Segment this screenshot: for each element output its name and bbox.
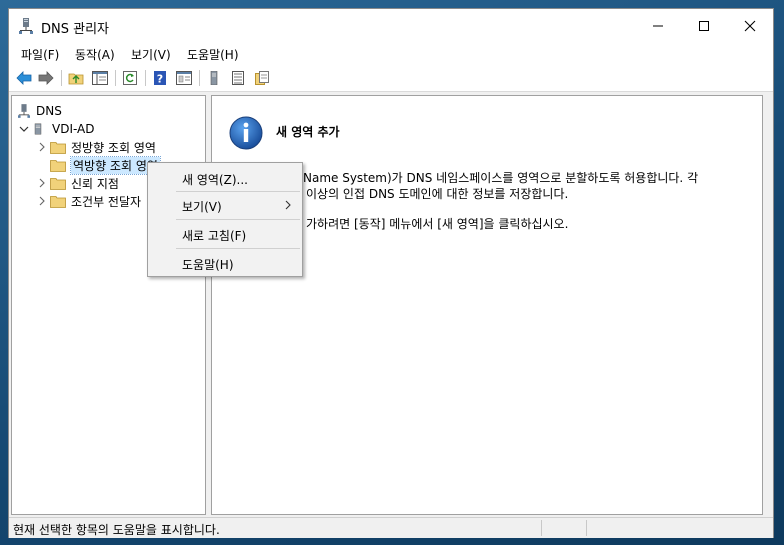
chevron-right-icon[interactable] [36,141,48,153]
help-icon: ? [154,71,166,86]
back-button[interactable] [15,69,33,87]
tree-label: DNS [36,104,62,118]
export-icon [255,71,269,85]
tree-node-server[interactable]: VDI-AD [18,120,95,138]
folder-icon [50,196,66,208]
maximize-button[interactable] [681,9,727,43]
minimize-icon [653,25,663,27]
toolbar: ? [9,65,773,92]
up-folder-icon [68,73,84,85]
tree-node-reverse-lookup[interactable]: 역방향 조회 영역 [36,155,161,175]
properties-button[interactable] [175,69,193,87]
tree-node-conditional-forwarders[interactable]: 조건부 전달자 [36,192,141,210]
server-icon [34,123,42,135]
tree-node-trust-points[interactable]: 신뢰 지점 [36,174,119,192]
tree-label: 조건부 전달자 [71,194,142,209]
export-button[interactable] [253,69,271,87]
folder-icon [50,142,66,154]
help-button[interactable]: ? [151,69,169,87]
context-item-view[interactable]: 보기(V) [148,193,302,217]
close-icon [744,20,756,32]
status-text: 현재 선택한 항목의 도움말을 표시합니다. [13,523,220,537]
menu-file[interactable]: 파일(F) [21,46,59,63]
menu-help[interactable]: 도움말(H) [187,46,239,63]
folder-icon [50,160,66,172]
toolbar-separator [199,70,200,86]
context-item-help[interactable]: 도움말(H) [148,251,302,275]
server-icon [210,71,218,85]
show-tree-button[interactable] [91,69,109,87]
close-button[interactable] [727,9,773,43]
show-tree-icon [92,71,108,85]
list-icon [232,71,244,85]
submenu-arrow-icon [284,199,292,213]
dns-app-icon [18,104,30,118]
svg-text:?: ? [157,73,163,86]
menu-bar: 파일(F) 동작(A) 보기(V) 도움말(H) [9,43,773,65]
tree-node-dns[interactable]: DNS [18,102,62,120]
window-title: DNS 관리자 [41,22,109,37]
status-bar: 현재 선택한 항목의 도움말을 표시합니다. [9,517,773,538]
toolbar-separator [115,70,116,86]
context-item-label: 새로 고침(F) [182,229,247,243]
context-menu: 새 영역(Z)... 보기(V) 새로 고침(F) 도움말(H) [147,162,303,277]
forward-button[interactable] [37,69,55,87]
chevron-right-icon[interactable] [36,177,48,189]
menu-action[interactable]: 동작(A) [75,46,115,63]
context-separator [176,248,300,249]
toolbar-separator [61,70,62,86]
detail-description-line: Name System)가 DNS 네임스페이스를 영역으로 분할하도록 허용합… [303,171,699,185]
context-separator [176,191,300,192]
context-item-label: 새 영역(Z)... [182,173,248,187]
up-folder-button[interactable] [67,69,85,87]
forward-icon [38,71,54,85]
context-item-label: 도움말(H) [182,258,234,272]
tree-label: 정방향 조회 영역 [71,140,156,155]
refresh-icon [123,71,137,85]
title-bar[interactable]: DNS 관리자 [9,9,773,43]
context-item-new-zone[interactable]: 새 영역(Z)... [148,166,302,190]
back-icon [16,71,32,85]
console-tree: DNS VDI-AD 정방향 조회 영역 역방향 조회 영역 신뢰 지점 조건부… [11,95,206,515]
detail-title: 새 영역 추가 [276,125,340,139]
tree-label: VDI-AD [52,122,95,136]
detail-description-line: 이상의 인접 DNS 도메인에 대한 정보를 저장합니다. [306,187,569,201]
tree-label: 신뢰 지점 [71,176,119,191]
detail-description-line: 가하려면 [동작] 메뉴에서 [새 영역]을 클릭하십시오. [306,217,569,231]
menu-view[interactable]: 보기(V) [131,46,171,63]
dns-manager-window: DNS 관리자 파일(F) 동작(A) 보기(V) 도움말(H) ? DNS V… [8,8,774,538]
properties-icon [176,71,192,85]
folder-icon [50,178,66,190]
maximize-icon [699,21,709,31]
context-item-refresh[interactable]: 새로 고침(F) [148,222,302,246]
chevron-down-icon[interactable] [18,123,30,135]
list-button[interactable] [229,69,247,87]
info-icon [229,116,263,150]
chevron-right-icon[interactable] [36,195,48,207]
toolbar-separator [145,70,146,86]
status-divider [541,520,542,536]
context-item-label: 보기(V) [182,200,222,214]
status-divider [586,520,587,536]
dns-app-icon [19,18,33,34]
server-button[interactable] [205,69,223,87]
minimize-button[interactable] [635,9,681,43]
context-separator [176,219,300,220]
refresh-button[interactable] [121,69,139,87]
details-pane: 새 영역 추가 Name System)가 DNS 네임스페이스를 영역으로 분… [211,95,763,515]
tree-node-forward-lookup[interactable]: 정방향 조회 영역 [36,138,156,156]
